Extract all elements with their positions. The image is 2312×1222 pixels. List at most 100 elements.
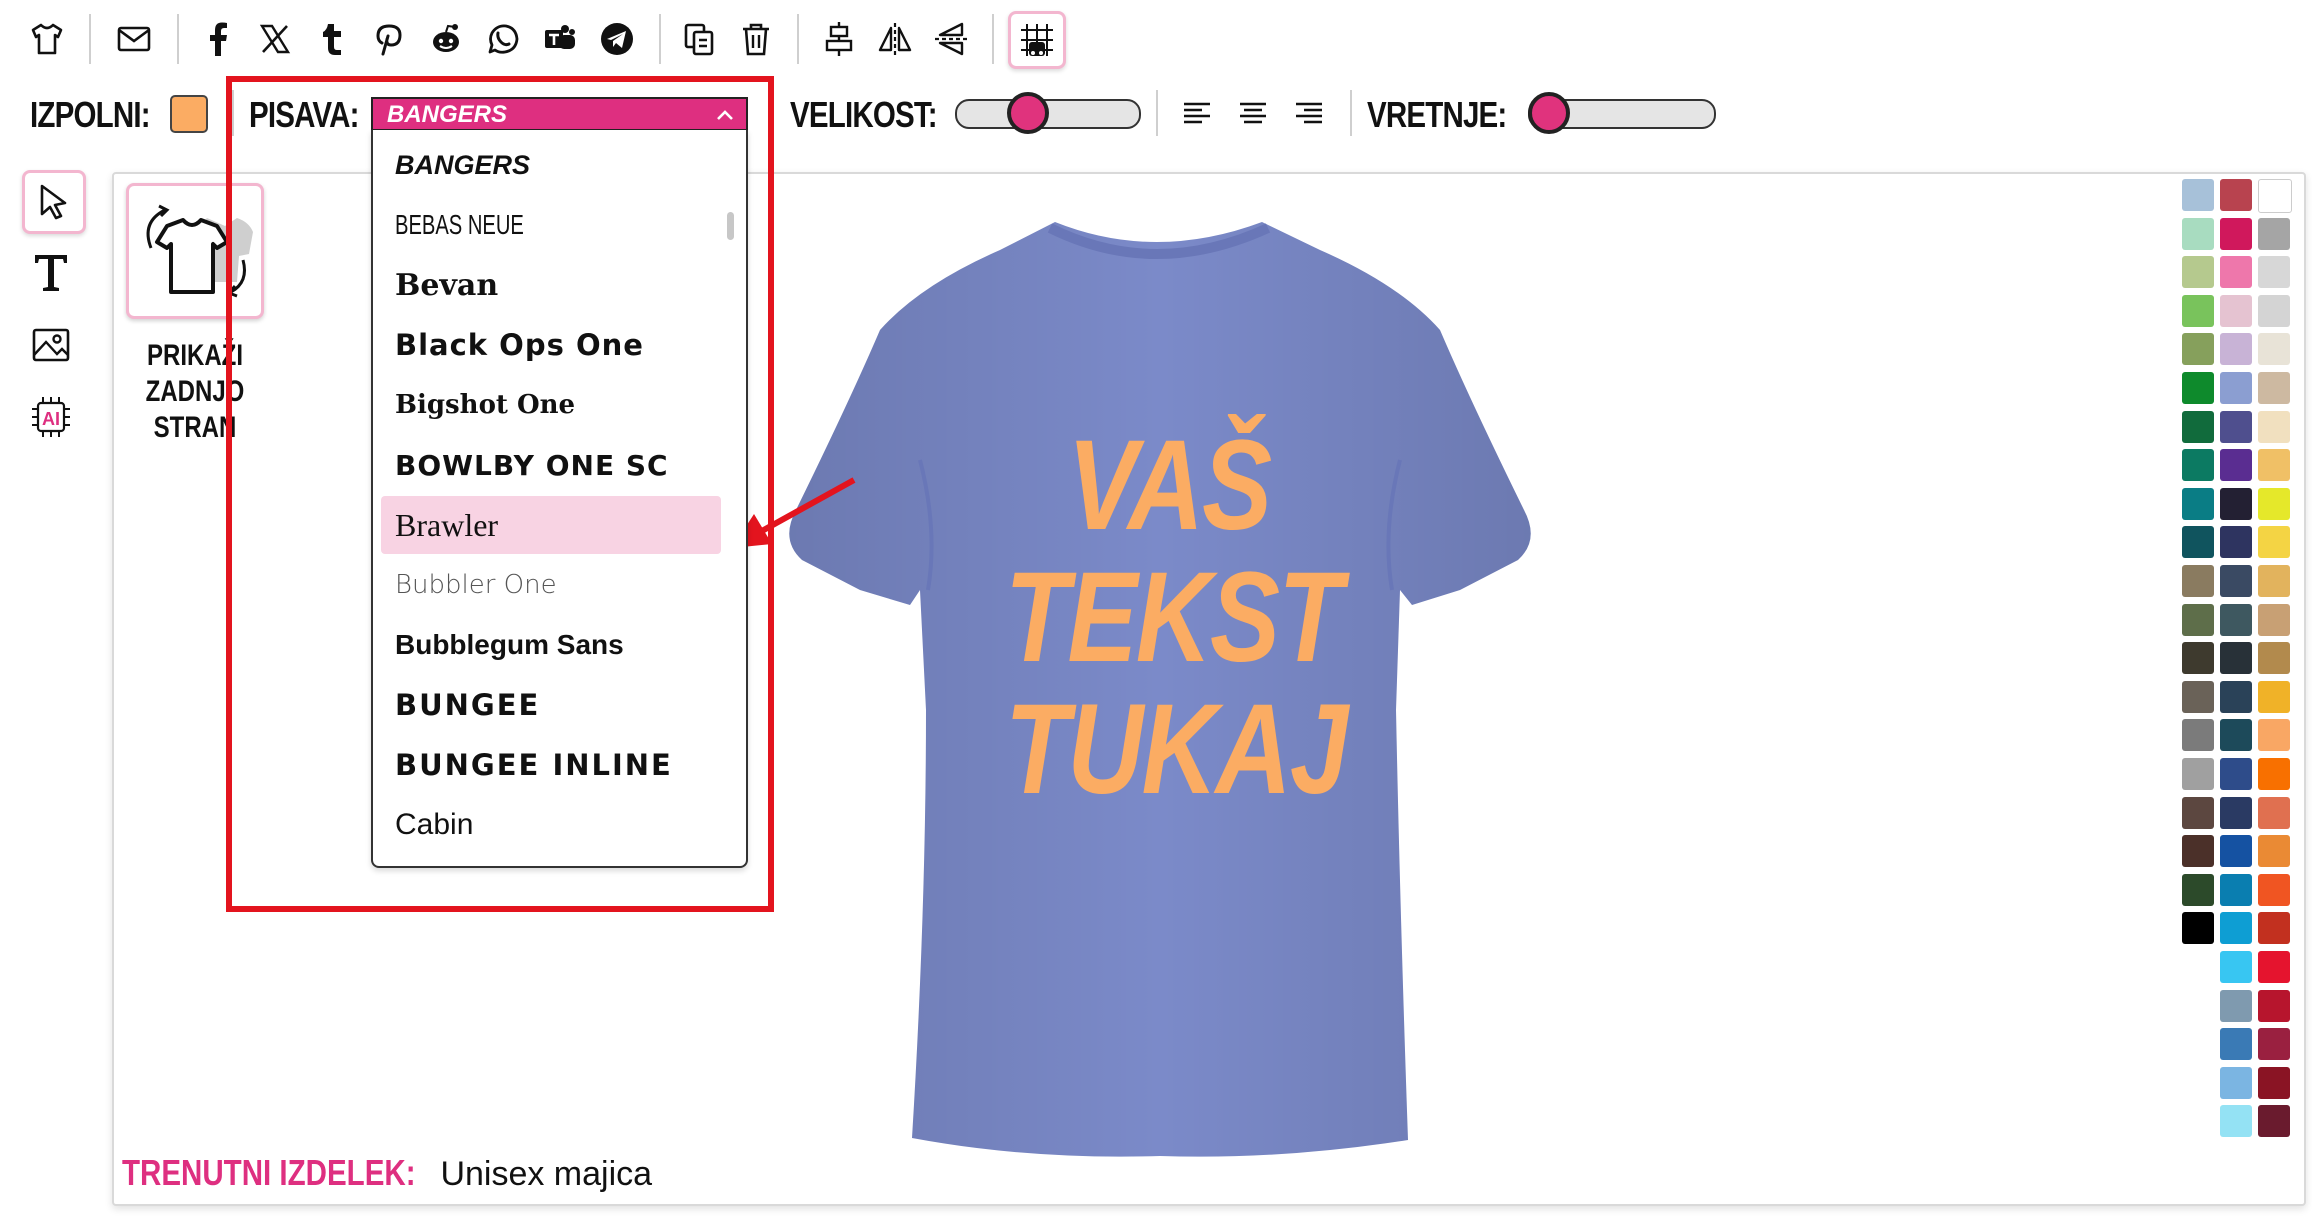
align-left-icon[interactable] xyxy=(1176,93,1218,135)
flip-vertical-icon[interactable] xyxy=(930,18,972,60)
color-swatch[interactable] xyxy=(2258,603,2290,636)
color-swatch[interactable] xyxy=(2220,642,2252,675)
flip-horizontal-icon[interactable] xyxy=(874,18,916,60)
color-swatch[interactable] xyxy=(2182,410,2214,443)
color-swatch[interactable] xyxy=(2182,372,2214,404)
color-swatch[interactable] xyxy=(2182,333,2214,366)
color-swatch[interactable] xyxy=(2258,1066,2290,1099)
envelope-icon[interactable] xyxy=(113,18,155,60)
color-swatch[interactable] xyxy=(2258,333,2290,366)
x-icon[interactable] xyxy=(254,18,296,60)
color-swatch[interactable] xyxy=(2182,449,2214,482)
color-swatch[interactable] xyxy=(2258,487,2290,520)
select-tool[interactable] xyxy=(22,170,86,234)
color-swatch[interactable] xyxy=(2182,912,2214,945)
text-tool[interactable] xyxy=(22,243,80,301)
fill-color-swatch[interactable] xyxy=(170,95,208,133)
color-swatch[interactable] xyxy=(2258,680,2290,713)
facebook-icon[interactable] xyxy=(197,18,239,60)
rotation-slider-knob[interactable] xyxy=(1528,92,1570,134)
color-swatch[interactable] xyxy=(2220,526,2252,559)
color-swatch[interactable] xyxy=(2258,217,2290,250)
grid-snap-icon[interactable] xyxy=(1008,11,1066,69)
color-swatch[interactable] xyxy=(2258,719,2290,752)
color-swatch[interactable] xyxy=(2220,294,2252,327)
copy-icon[interactable] xyxy=(678,18,720,60)
color-swatch[interactable] xyxy=(2182,680,2214,713)
color-swatch[interactable] xyxy=(2182,758,2214,790)
design-text[interactable]: VAŠ TEKST TUKAJ xyxy=(1005,420,1348,816)
color-swatch[interactable] xyxy=(2182,217,2214,250)
color-swatch[interactable] xyxy=(2258,256,2290,289)
color-swatch[interactable] xyxy=(2182,796,2214,829)
color-swatch[interactable] xyxy=(2258,526,2290,559)
color-swatch[interactable] xyxy=(2182,487,2214,520)
color-swatch[interactable] xyxy=(2258,565,2290,597)
reddit-icon[interactable] xyxy=(425,18,467,60)
whatsapp-icon[interactable] xyxy=(482,18,524,60)
trash-icon[interactable] xyxy=(735,18,777,60)
color-swatch[interactable] xyxy=(2182,603,2214,636)
color-swatch[interactable] xyxy=(2182,256,2214,289)
color-swatch[interactable] xyxy=(2220,835,2252,868)
color-swatch[interactable] xyxy=(2258,1105,2290,1138)
color-swatch[interactable] xyxy=(2258,372,2290,404)
color-swatch[interactable] xyxy=(2220,410,2252,443)
ai-tool[interactable]: AI xyxy=(22,388,80,446)
image-tool[interactable] xyxy=(22,316,80,374)
align-right-icon[interactable] xyxy=(1288,93,1330,135)
color-swatch[interactable] xyxy=(2220,719,2252,752)
color-swatch[interactable] xyxy=(2220,758,2252,790)
svg-text:AI: AI xyxy=(42,409,60,429)
color-swatch[interactable] xyxy=(2258,1028,2290,1061)
color-swatch[interactable] xyxy=(2182,565,2214,597)
color-swatch[interactable] xyxy=(2220,565,2252,597)
color-swatch[interactable] xyxy=(2220,951,2252,983)
color-swatch[interactable] xyxy=(2220,796,2252,829)
rotation-label: VRETNJE: xyxy=(1367,94,1507,135)
color-swatch[interactable] xyxy=(2220,333,2252,366)
color-swatch[interactable] xyxy=(2258,642,2290,675)
size-slider-knob[interactable] xyxy=(1007,92,1049,134)
color-swatch[interactable] xyxy=(2258,179,2292,213)
color-swatch[interactable] xyxy=(2258,873,2290,906)
color-swatch[interactable] xyxy=(2258,835,2290,868)
color-swatch[interactable] xyxy=(2220,449,2252,482)
color-swatch[interactable] xyxy=(2258,758,2290,790)
color-swatch[interactable] xyxy=(2182,873,2214,906)
color-swatch[interactable] xyxy=(2258,989,2290,1022)
telegram-icon[interactable] xyxy=(596,18,638,60)
color-swatch[interactable] xyxy=(2220,989,2252,1022)
color-swatch[interactable] xyxy=(2258,912,2290,945)
color-swatch[interactable] xyxy=(2220,873,2252,906)
color-swatch[interactable] xyxy=(2220,912,2252,945)
color-swatch[interactable] xyxy=(2220,217,2252,250)
align-center-icon[interactable] xyxy=(1232,93,1274,135)
color-swatch[interactable] xyxy=(2220,680,2252,713)
color-swatch[interactable] xyxy=(2220,1028,2252,1061)
fill-label: IZPOLNI: xyxy=(30,94,151,135)
color-swatch[interactable] xyxy=(2182,294,2214,327)
color-swatch[interactable] xyxy=(2182,179,2214,211)
color-swatch[interactable] xyxy=(2258,410,2290,443)
color-swatch[interactable] xyxy=(2258,294,2290,327)
color-swatch[interactable] xyxy=(2258,796,2290,829)
color-swatch[interactable] xyxy=(2258,449,2290,482)
color-swatch[interactable] xyxy=(2220,603,2252,636)
color-swatch[interactable] xyxy=(2182,719,2214,752)
tumblr-icon[interactable] xyxy=(311,18,353,60)
color-swatch[interactable] xyxy=(2220,256,2252,289)
align-center-vertical-icon[interactable] xyxy=(818,18,860,60)
color-swatch[interactable] xyxy=(2258,951,2290,983)
color-swatch[interactable] xyxy=(2220,487,2252,520)
color-swatch[interactable] xyxy=(2182,526,2214,559)
teams-icon[interactable] xyxy=(539,18,581,60)
color-swatch[interactable] xyxy=(2220,1105,2252,1138)
color-swatch[interactable] xyxy=(2220,372,2252,404)
pinterest-icon[interactable] xyxy=(368,18,410,60)
color-swatch[interactable] xyxy=(2182,835,2214,868)
color-swatch[interactable] xyxy=(2220,179,2252,211)
color-swatch[interactable] xyxy=(2182,642,2214,675)
color-swatch[interactable] xyxy=(2220,1066,2252,1099)
tshirt-icon[interactable] xyxy=(26,18,68,60)
